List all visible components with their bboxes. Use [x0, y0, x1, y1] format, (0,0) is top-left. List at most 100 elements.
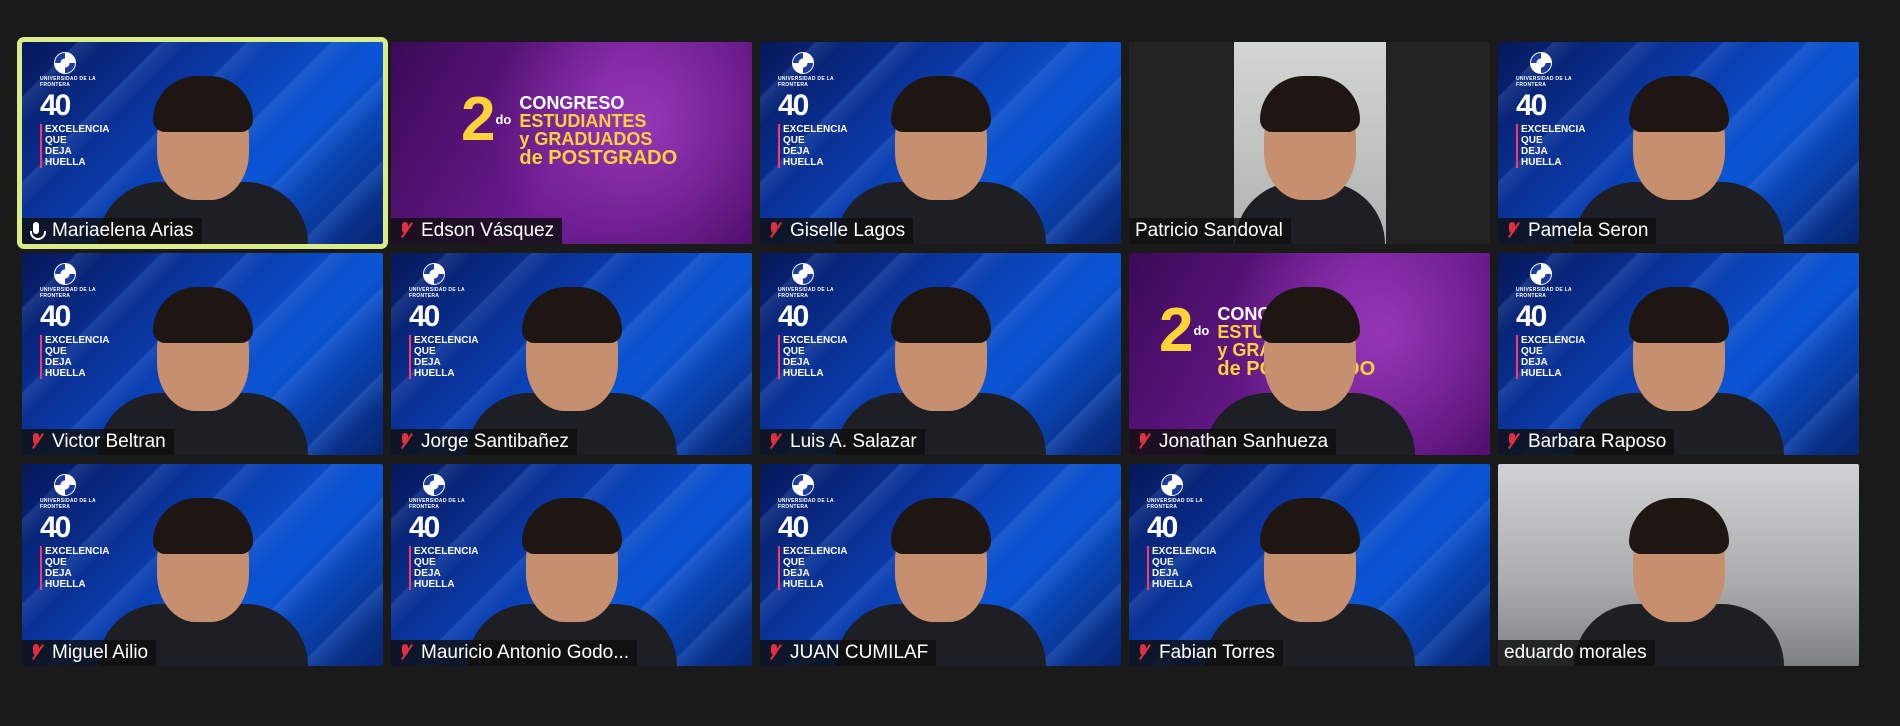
motto: EXCELENCIA QUE DEJA HUELLA — [409, 335, 478, 379]
mic-muted-icon — [1135, 433, 1151, 451]
mic-muted-icon — [397, 644, 413, 662]
university-name: UNIVERSIDAD DE LA FRONTERA — [1147, 498, 1203, 510]
university-logo: UNIVERSIDAD DE LA FRONTERA 40 EXCELENCIA QU… — [778, 52, 848, 168]
participant-name: Luis A. Salazar — [790, 431, 917, 452]
participant-video-tile[interactable]: 2doCONGRESOESTUDIANTESy GRADUADOSde POST… — [391, 42, 752, 244]
university-logo: UNIVERSIDAD DE LA FRONTERA 40 EXCELENCIA QU… — [778, 263, 847, 379]
participant-name: Giselle Lagos — [790, 220, 906, 241]
anniversary-number: 40 — [40, 89, 71, 122]
university-logo: UNIVERSIDAD DE LA FRONTERA 40 EXCELENCIA QU… — [409, 474, 478, 590]
university-crest-icon — [792, 474, 814, 496]
motto: EXCELENCIA QUE DEJA HUELLA — [778, 546, 847, 590]
participant-video-tile[interactable]: UNIVERSIDAD DE LA FRONTERA 40 EXCELENCIA QU… — [22, 464, 383, 666]
participant-name-label: Patricio Sandoval — [1129, 218, 1291, 244]
university-logo: UNIVERSIDAD DE LA FRONTERA 40 EXCELENCIA QU… — [1516, 52, 1585, 168]
university-crest-icon — [423, 263, 445, 285]
motto: EXCELENCIA QUE DEJA HUELLA — [778, 124, 848, 168]
mic-speaking-icon — [28, 222, 46, 240]
participant-video-tile[interactable]: UNIVERSIDAD DE LA FRONTERA 40 EXCELENCIA QU… — [760, 42, 1121, 244]
university-name: UNIVERSIDAD DE LA FRONTERA — [409, 287, 465, 299]
motto-line: QUE DEJA — [1521, 135, 1548, 157]
motto-line: QUE DEJA — [783, 346, 810, 368]
motto-line: QUE DEJA — [783, 557, 810, 579]
motto-line: HUELLA — [414, 368, 455, 379]
university-crest-icon — [1530, 52, 1552, 74]
motto: EXCELENCIA QUE DEJA HUELLA — [1516, 124, 1585, 168]
anniversary-number: 40 — [778, 511, 809, 544]
video-gallery-grid: UNIVERSIDAD DE LA FRONTERA 40 EXCELENCIA QU… — [17, 37, 1859, 666]
participant-name: Mauricio Antonio Godo... — [421, 642, 630, 663]
anniversary-number: 40 — [778, 300, 809, 333]
motto-line: EXCELENCIA — [1152, 546, 1217, 557]
mic-muted-icon — [28, 644, 44, 662]
motto-line: HUELLA — [45, 157, 86, 168]
anniversary-number: 40 — [1516, 89, 1547, 122]
mic-muted-icon — [766, 222, 782, 240]
motto-line: HUELLA — [45, 368, 86, 379]
participant-video-tile[interactable]: UNIVERSIDAD DE LA FRONTERA 40 EXCELENCIA QU… — [760, 464, 1121, 666]
mic-muted-icon — [397, 433, 413, 451]
participant-name-label: JUAN CUMILAF — [760, 640, 937, 666]
participant-video-tile[interactable]: UNIVERSIDAD DE LA FRONTERA 40 EXCELENCIA QU… — [391, 253, 752, 455]
anniversary-number: 40 — [1516, 300, 1547, 333]
university-logo: UNIVERSIDAD DE LA FRONTERA 40 EXCELENCIA QU… — [1147, 474, 1217, 590]
motto-line: HUELLA — [1152, 579, 1193, 590]
university-name: UNIVERSIDAD DE LA FRONTERA — [1516, 287, 1572, 299]
motto-line: HUELLA — [1521, 157, 1562, 168]
participant-hair — [890, 287, 991, 343]
participant-hair — [1628, 498, 1729, 554]
motto-line: QUE DEJA — [45, 346, 72, 368]
participant-name-label: Miguel Ailio — [22, 640, 157, 666]
university-crest-icon — [54, 52, 76, 74]
participant-video-tile[interactable]: UNIVERSIDAD DE LA FRONTERA 40 EXCELENCIA QU… — [17, 37, 388, 249]
motto-line: HUELLA — [45, 579, 86, 590]
participant-hair — [521, 498, 622, 554]
participant-hair — [890, 76, 991, 132]
participant-video-tile[interactable]: UNIVERSIDAD DE LA FRONTERA 40 EXCELENCIA QU… — [22, 253, 383, 455]
participant-name-label: Giselle Lagos — [760, 218, 914, 244]
participant-hair — [521, 287, 622, 343]
congress-banner: 2do CONGRESOESTUDIANTESy GRADUADOSde POST… — [461, 89, 677, 169]
motto: EXCELENCIA QUE DEJA HUELLA — [778, 335, 847, 379]
participant-name-label: Jonathan Sanhueza — [1129, 429, 1337, 455]
motto-line: QUE DEJA — [414, 346, 441, 368]
participant-video-tile[interactable]: UNIVERSIDAD DE LA FRONTERA 40 EXCELENCIA QU… — [1498, 253, 1859, 455]
participant-name: Barbara Raposo — [1528, 431, 1667, 452]
participant-name: Edson Vásquez — [421, 220, 555, 241]
anniversary-number: 40 — [778, 89, 809, 122]
university-crest-icon — [792, 263, 814, 285]
university-name: UNIVERSIDAD DE LA FRONTERA — [1516, 76, 1572, 88]
motto-line: EXCELENCIA — [45, 335, 110, 346]
participant-video-tile[interactable]: 2doCONGRESOESTUDIANTESy GRADUADOSde POST… — [1129, 253, 1490, 455]
participant-video-tile[interactable]: UNIVERSIDAD DE LA FRONTERA 40 EXCELENCIA QU… — [760, 253, 1121, 455]
anniversary-number: 40 — [40, 511, 71, 544]
university-crest-icon — [54, 474, 76, 496]
banner-number: 2do — [1159, 296, 1210, 365]
banner-line: y GRADUADOS — [519, 129, 653, 149]
motto-line: HUELLA — [783, 157, 824, 168]
motto-line: EXCELENCIA — [783, 124, 848, 135]
participant-hair — [890, 498, 991, 554]
participant-name: eduardo morales — [1504, 642, 1647, 663]
motto: EXCELENCIA QUE DEJA HUELLA — [409, 546, 478, 590]
university-name: UNIVERSIDAD DE LA FRONTERA — [40, 76, 96, 88]
participant-hair — [152, 287, 253, 343]
participant-video-tile[interactable]: UNIVERSIDAD DE LA FRONTERA 40 EXCELENCIA QU… — [1129, 464, 1490, 666]
university-logo: UNIVERSIDAD DE LA FRONTERA 40 EXCELENCIA QU… — [40, 474, 109, 590]
participant-video-tile[interactable]: UNIVERSIDAD DE LA FRONTERA 40 EXCELENCIA QU… — [391, 464, 752, 666]
participant-video-tile[interactable]: eduardo morales — [1498, 464, 1859, 666]
motto-line: HUELLA — [783, 368, 824, 379]
university-logo: UNIVERSIDAD DE LA FRONTERA 40 EXCELENCIA QU… — [40, 263, 110, 379]
participant-name-label: Pamela Seron — [1498, 218, 1657, 244]
participant-video-tile[interactable]: Patricio Sandoval — [1129, 42, 1490, 244]
participant-name: Patricio Sandoval — [1135, 220, 1283, 241]
university-name: UNIVERSIDAD DE LA FRONTERA — [40, 498, 96, 510]
motto-line: QUE DEJA — [783, 135, 810, 157]
mic-muted-icon — [397, 222, 413, 240]
university-crest-icon — [54, 263, 76, 285]
participant-video-tile[interactable]: UNIVERSIDAD DE LA FRONTERA 40 EXCELENCIA QU… — [1498, 42, 1859, 244]
university-name: UNIVERSIDAD DE LA FRONTERA — [778, 76, 834, 88]
university-name: UNIVERSIDAD DE LA FRONTERA — [409, 498, 465, 510]
participant-name: JUAN CUMILAF — [790, 642, 929, 663]
mic-muted-icon — [28, 433, 44, 451]
